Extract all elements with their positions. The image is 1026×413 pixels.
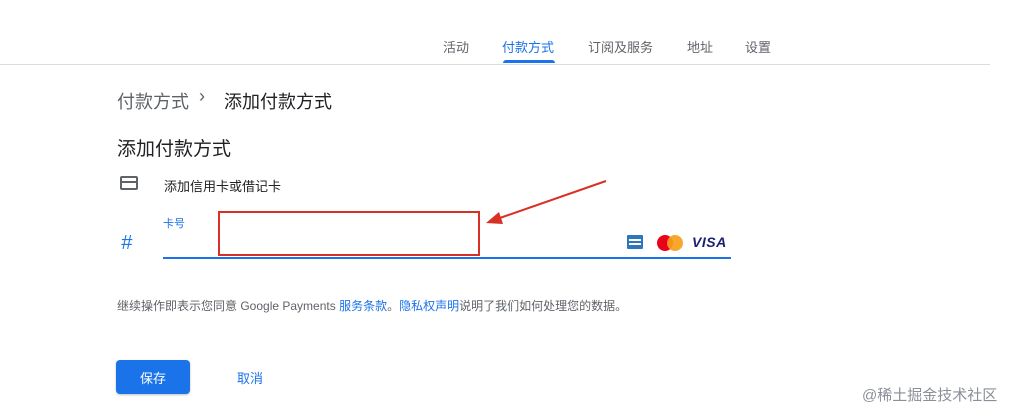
card-number-underline: [163, 257, 731, 259]
hash-icon: #: [121, 232, 133, 254]
top-tab-bar: 活动 付款方式 订阅及服务 地址 设置: [0, 0, 990, 65]
tab-settings[interactable]: 设置: [745, 37, 771, 56]
tab-addresses[interactable]: 地址: [687, 37, 713, 56]
legal-prefix: 继续操作即表示您同意 Google Payments: [117, 299, 340, 313]
breadcrumb-separator-icon: ›: [199, 86, 205, 106]
save-button[interactable]: 保存: [116, 360, 190, 394]
breadcrumb-parent[interactable]: 付款方式: [117, 88, 189, 114]
page-title: 添加付款方式: [117, 139, 232, 160]
breadcrumb-current: 添加付款方式: [224, 92, 332, 112]
visa-logo: VISA: [692, 234, 727, 250]
legal-notice: 继续操作即表示您同意 Google Payments 服务条款。隐私权声明说明了…: [117, 297, 627, 314]
legal-middle: 。: [387, 299, 400, 313]
card-number-input[interactable]: [218, 211, 480, 256]
terms-of-service-link[interactable]: 服务条款: [339, 299, 387, 313]
card-number-label: 卡号: [163, 218, 185, 230]
watermark: @稀土掘金技术社区: [862, 387, 998, 404]
mastercard-logo-icon: [657, 235, 685, 251]
credit-card-icon: [120, 176, 138, 190]
tab-subscriptions[interactable]: 订阅及服务: [588, 37, 653, 56]
legal-suffix: 说明了我们如何处理您的数据。: [459, 299, 628, 313]
privacy-policy-link[interactable]: 隐私权声明: [399, 299, 459, 313]
card-section-label: 添加信用卡或借记卡: [164, 179, 282, 194]
amex-logo-icon: [627, 235, 643, 249]
active-tab-indicator: [503, 60, 555, 63]
cancel-button[interactable]: 取消: [220, 360, 280, 394]
tab-payment-methods[interactable]: 付款方式: [502, 37, 554, 56]
tab-activity[interactable]: 活动: [443, 37, 469, 56]
